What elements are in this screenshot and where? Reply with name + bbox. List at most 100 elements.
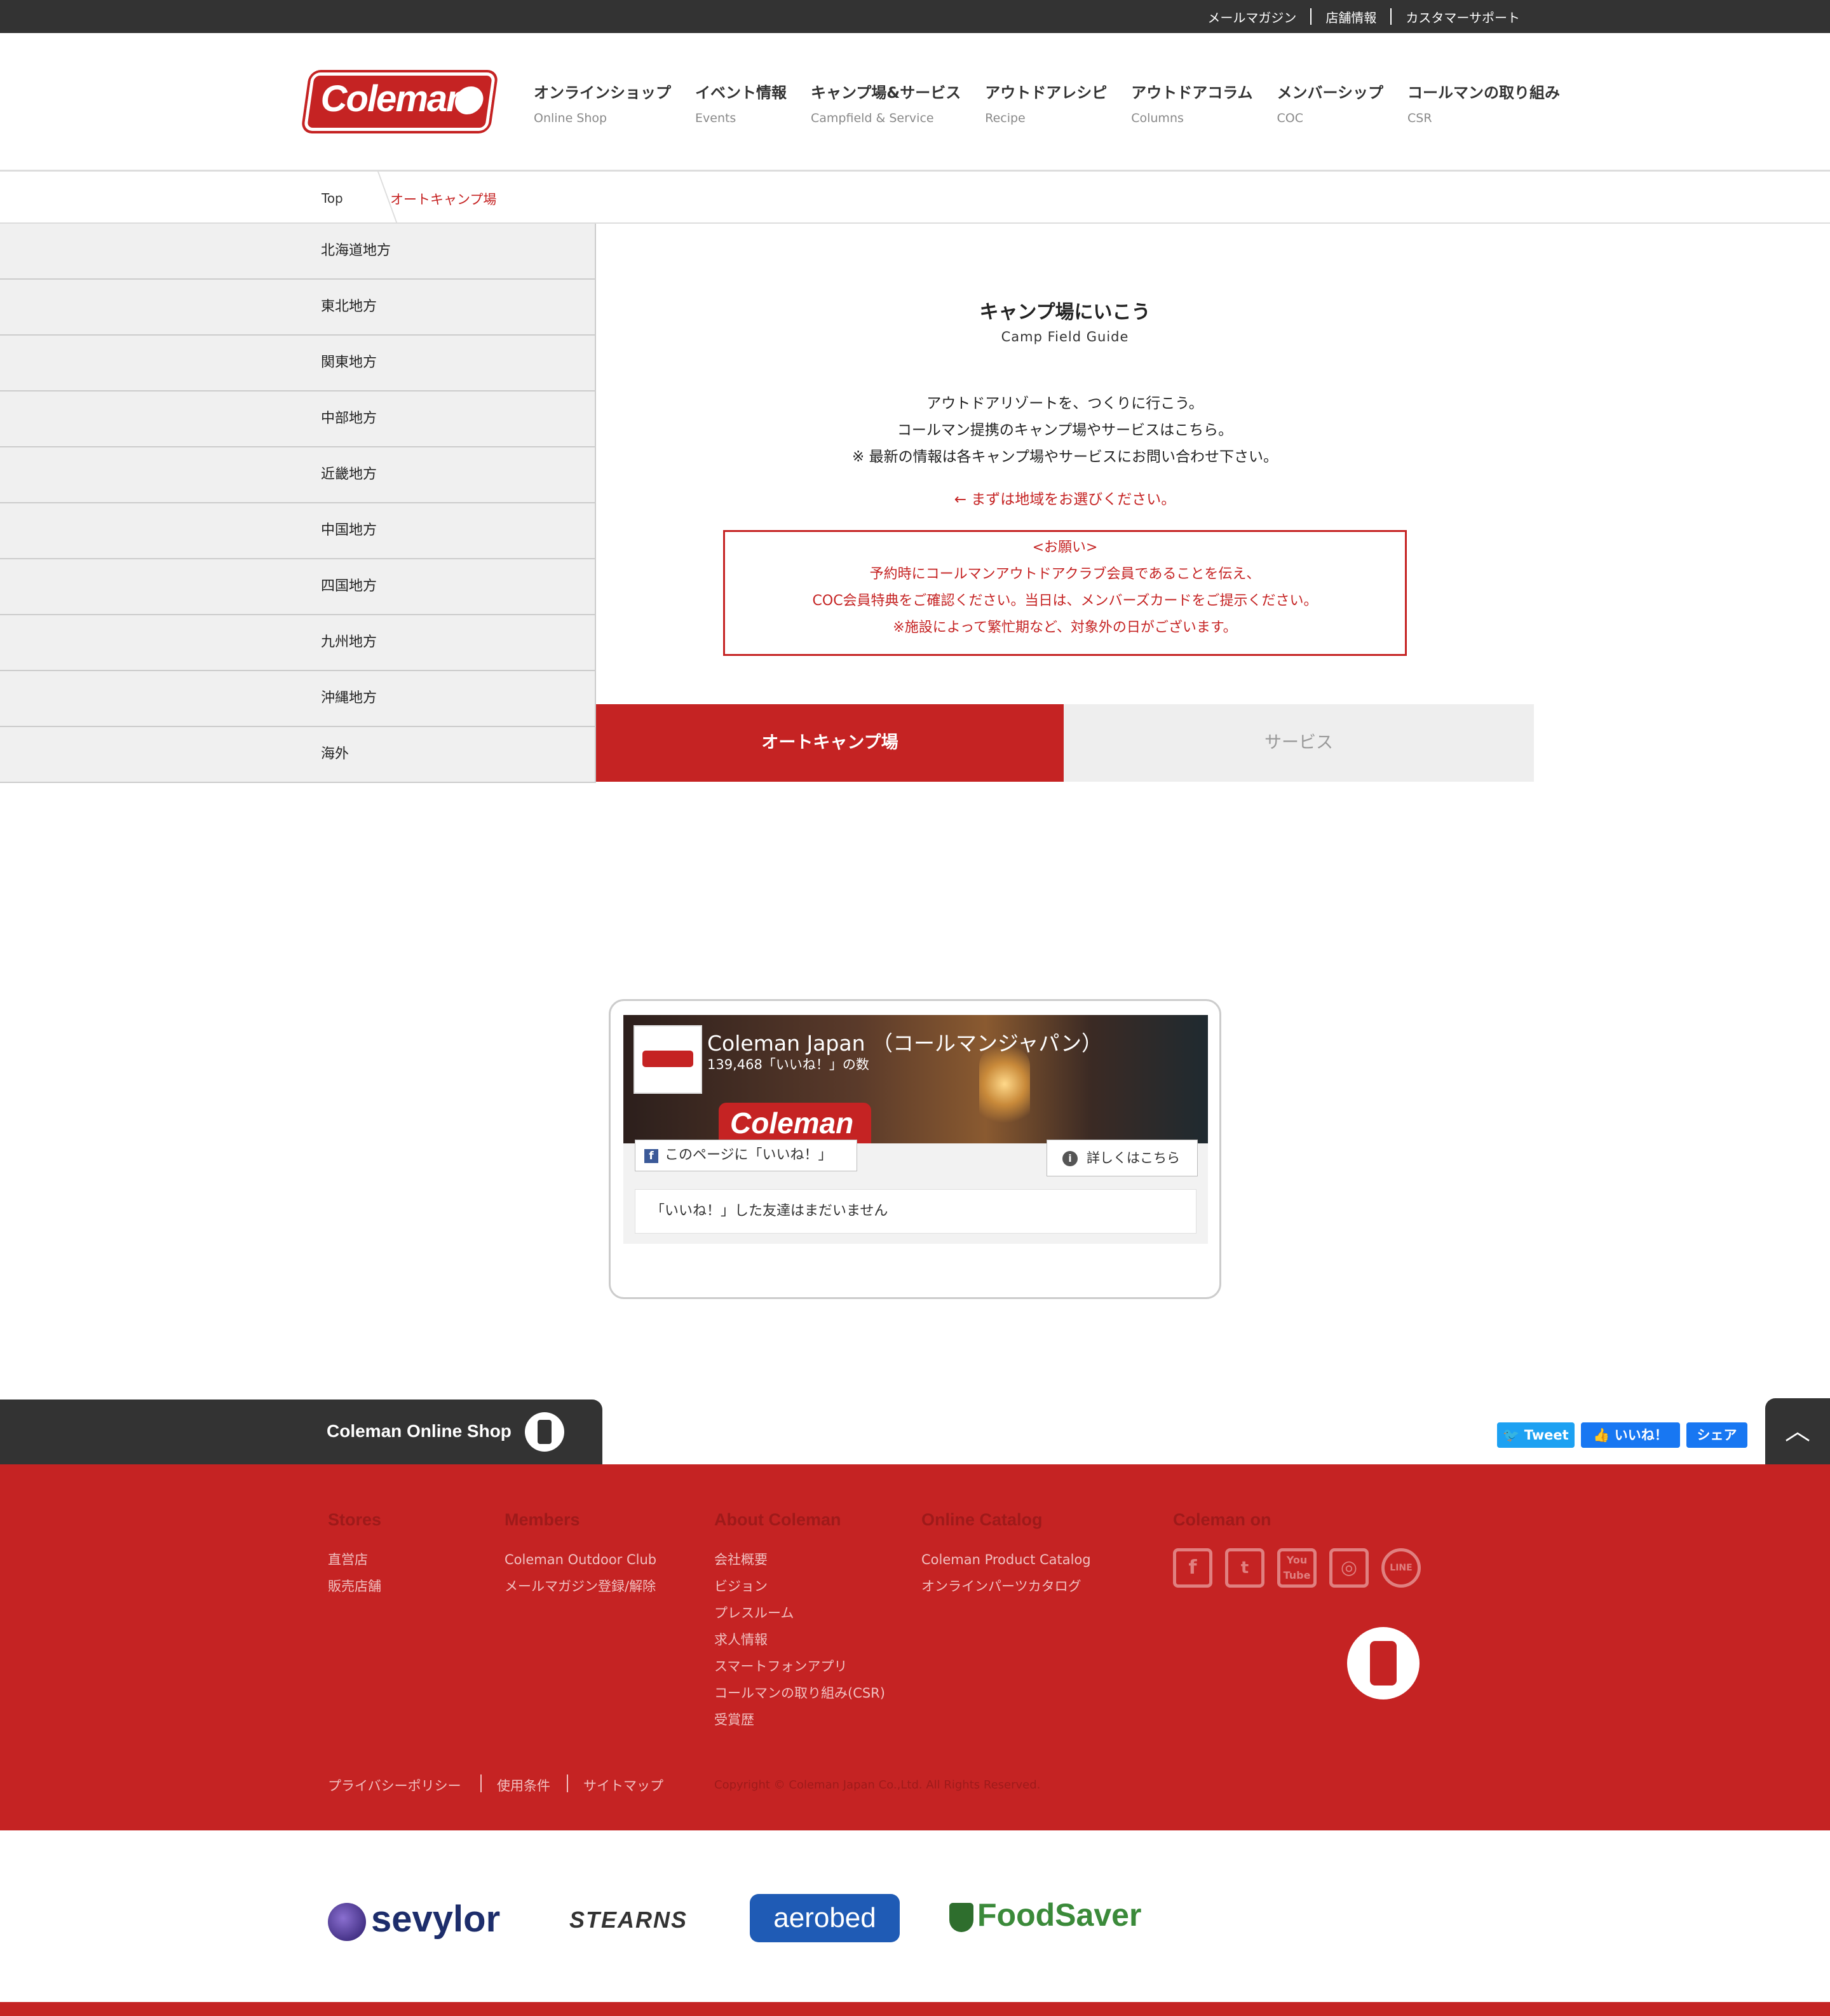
foodsaver-logo[interactable]: FoodSaver [949, 1897, 1141, 1933]
tab-auto-camp[interactable]: オートキャンプ場 [596, 704, 1064, 782]
region-item[interactable]: 中部地方 [0, 392, 596, 447]
bottom-accent-bar [0, 2002, 1830, 2016]
footer-col-members: Members Coleman Outdoor Club メールマガジン登録/解… [505, 1510, 656, 1600]
sitemap-link[interactable]: サイトマップ [583, 1776, 663, 1795]
select-region-hint: ← まずは地域をお選びください。 [954, 491, 1176, 508]
breadcrumb-top-link[interactable]: Top [322, 191, 343, 206]
nav-sublabel: Recipe [985, 111, 1026, 125]
sevylor-logo[interactable]: sevylor [328, 1898, 500, 1941]
breadcrumb: Top オートキャンプ場 [0, 172, 1830, 224]
nav-sublabel: COC [1277, 111, 1304, 125]
footer-link[interactable]: 求人情報 [714, 1626, 885, 1653]
facebook-learn-more-button[interactable]: i 詳しくはこちら [1047, 1140, 1198, 1176]
nav-item-recipe[interactable]: アウトドアレシピ Recipe [985, 80, 1107, 125]
youtube-icon[interactable]: You Tube [1277, 1548, 1317, 1588]
nav-sublabel: Online Shop [534, 111, 607, 125]
facebook-page-plugin: Coleman Coleman Japan （コールマンジャパン） 139,46… [623, 1015, 1208, 1244]
privacy-policy-link[interactable]: プライバシーポリシー [328, 1776, 461, 1795]
customer-support-link[interactable]: カスタマーサポート [1392, 8, 1534, 26]
thumbs-up-icon: 👍 [1593, 1427, 1615, 1443]
nav-sublabel: Campfield & Service [811, 111, 934, 125]
logo-text: Coleman [320, 78, 468, 119]
tab-service[interactable]: サービス [1064, 704, 1534, 782]
nav-item-columns[interactable]: アウトドアコラム Columns [1131, 80, 1252, 125]
footer-heading: Members [505, 1510, 580, 1529]
facebook-widget: Coleman Coleman Japan （コールマンジャパン） 139,46… [609, 999, 1221, 1299]
line-icon[interactable]: LINE [1381, 1548, 1421, 1588]
shield-icon [949, 1902, 973, 1932]
chevron-up-icon: ︿ [1785, 1417, 1810, 1446]
brand-name: sevylor [371, 1898, 501, 1940]
region-item[interactable]: 北海道地方 [0, 224, 596, 280]
brand-name: FoodSaver [977, 1897, 1142, 1933]
nav-item-coc[interactable]: メンバーシップ COC [1277, 80, 1384, 125]
footer-link[interactable]: Coleman Product Catalog [921, 1546, 1091, 1573]
info-icon: i [1062, 1151, 1078, 1166]
back-to-top-button[interactable]: ︿ [1765, 1398, 1830, 1464]
tweet-label: Tweet [1524, 1427, 1569, 1443]
footer-link[interactable]: 直営店 [328, 1546, 381, 1573]
utility-bar: メールマガジン 店舗情報 カスタマーサポート [0, 0, 1830, 33]
nav-label: アウトドアレシピ [985, 84, 1108, 102]
facebook-page-name[interactable]: Coleman Japan （コールマンジャパン） [707, 1026, 1102, 1057]
region-item[interactable]: 関東地方 [0, 336, 596, 392]
footer-link[interactable]: メールマガジン登録/解除 [505, 1573, 656, 1600]
facebook-avatar[interactable] [634, 1025, 702, 1094]
region-item[interactable]: 四国地方 [0, 559, 596, 615]
nav-label: オンラインショップ [534, 84, 671, 102]
footer-col-stores: Stores 直営店 販売店舗 [328, 1510, 381, 1600]
online-shop-tab[interactable]: Coleman Online Shop [0, 1400, 602, 1464]
footer-link[interactable]: 販売店舗 [328, 1573, 381, 1600]
aerobed-logo[interactable]: aerobed [750, 1894, 900, 1942]
region-item[interactable]: 中国地方 [0, 503, 596, 559]
avatar-logo [642, 1051, 693, 1067]
terms-link[interactable]: 使用条件 [497, 1776, 550, 1795]
footer-link[interactable]: コールマンの取り組み(CSR) [714, 1680, 885, 1706]
footer-link[interactable]: プレスルーム [714, 1600, 885, 1626]
main-content: キャンプ場にいこう Camp Field Guide アウトドアリゾートを、つく… [596, 224, 1534, 782]
divider [567, 1774, 568, 1792]
site-footer: Stores 直営店 販売店舗 Members Coleman Outdoor … [0, 1464, 1830, 1830]
notice-line: <お願い> [1032, 540, 1098, 555]
footer-col-catalog: Online Catalog Coleman Product Catalog オ… [921, 1510, 1091, 1600]
footer-link[interactable]: スマートフォンアプリ [714, 1653, 885, 1680]
twitter-icon[interactable]: t [1225, 1548, 1264, 1588]
online-shop-label: Coleman Online Shop [327, 1421, 512, 1441]
facebook-icon[interactable]: f [1173, 1548, 1212, 1588]
nav-item-campfield[interactable]: キャンプ場&サービス Campfield & Service [811, 80, 961, 125]
region-item[interactable]: 近畿地方 [0, 447, 596, 503]
footer-link[interactable]: Coleman Outdoor Club [505, 1546, 656, 1573]
region-item[interactable]: 九州地方 [0, 615, 596, 671]
nav-item-online-shop[interactable]: オンラインショップ Online Shop [534, 80, 671, 125]
instagram-icon[interactable]: ◎ [1329, 1548, 1369, 1588]
nav-label: メンバーシップ [1277, 84, 1384, 102]
footer-link[interactable]: オンラインパーツカタログ [921, 1573, 1091, 1600]
intro-line: アウトドアリゾートを、つくりに行こう。 [926, 395, 1203, 412]
facebook-like-button[interactable]: 👍 いいね！ [1581, 1422, 1680, 1448]
coleman-logo[interactable]: Coleman [303, 72, 496, 131]
region-item[interactable]: 東北地方 [0, 280, 596, 336]
footer-link[interactable]: 会社概要 [714, 1546, 885, 1573]
mail-magazine-link[interactable]: メールマガジン [1193, 8, 1310, 26]
nav-item-csr[interactable]: コールマンの取り組み CSR [1407, 80, 1560, 125]
facebook-like-page-button[interactable]: f このページに「いいね！」 [635, 1140, 857, 1171]
footer-col-about: About Coleman 会社概要 ビジョン プレスルーム 求人情報 スマート… [714, 1510, 885, 1733]
coleman-lantern-logo [1347, 1627, 1420, 1699]
nav-item-events[interactable]: イベント情報 Events [695, 80, 787, 125]
footer-link[interactable]: 受賞歴 [714, 1706, 885, 1733]
intro-text: アウトドアリゾートを、つくりに行こう。 コールマン提携のキャンプ場やサービスはこ… [596, 390, 1534, 470]
nav-label: アウトドアコラム [1131, 84, 1253, 102]
cover-logo: Coleman [719, 1103, 871, 1143]
page-subtitle: Camp Field Guide [1001, 329, 1129, 344]
notice-line: ※施設によって繁忙期など、対象外の日がございます。 [893, 620, 1237, 636]
footer-link[interactable]: ビジョン [714, 1573, 885, 1600]
facebook-like-count: 139,468「いいね！」の数 [707, 1057, 869, 1072]
stearns-logo[interactable]: STEARNS [569, 1907, 688, 1933]
footer-heading: About Coleman [714, 1510, 841, 1529]
tweet-button[interactable]: 🐦 Tweet [1497, 1422, 1575, 1448]
region-item[interactable]: 海外 [0, 727, 596, 783]
store-info-link[interactable]: 店舗情報 [1312, 8, 1390, 26]
facebook-share-button[interactable]: シェア [1686, 1422, 1747, 1448]
region-item[interactable]: 沖縄地方 [0, 671, 596, 727]
facebook-cover-image[interactable]: Coleman Coleman Japan （コールマンジャパン） 139,46… [623, 1015, 1208, 1176]
